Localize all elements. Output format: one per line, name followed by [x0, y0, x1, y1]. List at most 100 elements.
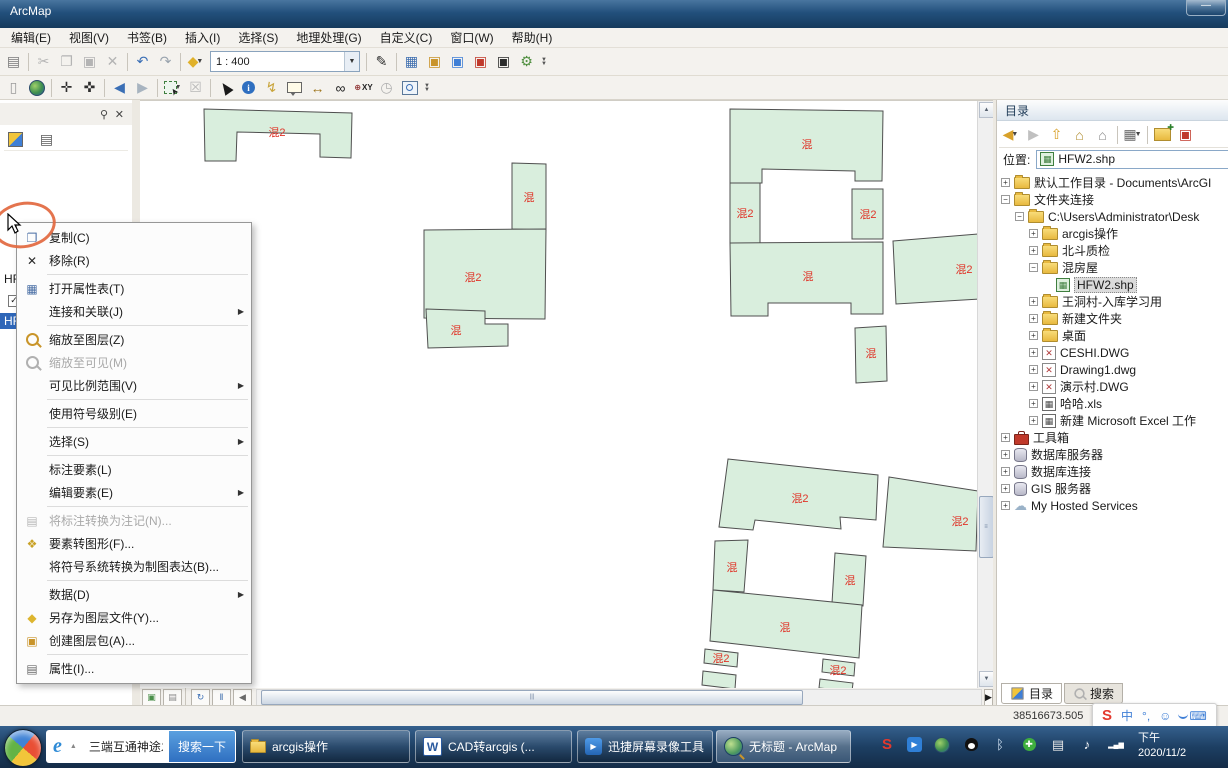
vertical-scroll-thumb[interactable]: ≡ [979, 496, 994, 558]
attribute-table-icon[interactable]: ▦ [400, 51, 423, 73]
toolbar-overflow-icon[interactable]: ▼ ▼ [538, 51, 550, 73]
catalog-tree-item-4[interactable]: + 北斗质检 [997, 242, 1228, 259]
collapse-icon[interactable]: − [1001, 195, 1010, 204]
expand-icon[interactable]: + [1001, 467, 1010, 476]
scroll-right-icon[interactable]: ▶ [984, 688, 993, 706]
expand-icon[interactable]: + [1029, 382, 1038, 391]
menu-item-1[interactable]: 视图(V) [60, 27, 118, 48]
context-menu-item-14[interactable]: 数据(D) ▶ [17, 583, 251, 606]
collapse-icon[interactable]: − [1029, 263, 1038, 272]
expand-icon[interactable]: + [1001, 484, 1010, 493]
map-canvas[interactable]: 混2混混2混混混2 混2混混2混混2混2混混混混2混2 [140, 101, 978, 688]
catalog-tree-item-2[interactable]: − C:\Users\Administrator\Desk [997, 208, 1228, 225]
building-polygon[interactable] [423, 228, 547, 320]
tray-green-plus-icon[interactable]: ✚ [1020, 738, 1038, 751]
home-icon[interactable]: ⌂ [1068, 124, 1091, 146]
catalog-tree-item-17[interactable]: + 数据库连接 [997, 463, 1228, 480]
catalog-tree-item-13[interactable]: + ▦ 哈哈.xls [997, 395, 1228, 412]
paste-icon[interactable]: ▣ [78, 51, 101, 73]
catalog-tree-item-3[interactable]: + arcgis操作 [997, 225, 1228, 242]
catalog-tree-item-6[interactable]: ▦ HFW2.shp [997, 276, 1228, 293]
ime-punctuation-icon[interactable]: °, [1142, 709, 1150, 723]
toc-options-icon[interactable]: ▤ [35, 128, 58, 150]
expand-icon[interactable]: + [1001, 433, 1010, 442]
chevron-down-icon[interactable]: ▼ [1135, 131, 1142, 138]
page-icon[interactable]: ▯ [2, 77, 25, 99]
search-window-icon[interactable]: ▣ [446, 51, 469, 73]
catalog-window-icon[interactable]: ▣ [423, 51, 446, 73]
catalog-tree-item-12[interactable]: + ✕ 演示村.DWG [997, 378, 1228, 395]
catalog-tree-item-16[interactable]: + 数据库服务器 [997, 446, 1228, 463]
map-scale-combo[interactable]: 1 : 400 ▼ [210, 51, 360, 72]
menu-item-3[interactable]: 插入(I) [176, 27, 229, 48]
menu-item-0[interactable]: 编辑(E) [2, 27, 60, 48]
expand-icon[interactable]: + [1001, 178, 1010, 187]
expand-icon[interactable]: + [1029, 331, 1038, 340]
expand-icon[interactable]: + [1001, 501, 1010, 510]
scroll-up-icon[interactable]: ▲ [979, 102, 994, 118]
redo-icon[interactable]: ↷ [154, 51, 177, 73]
expand-icon[interactable]: + [1029, 365, 1038, 374]
fixed-zoom-out-icon[interactable]: ✜ [78, 77, 101, 99]
expand-icon[interactable]: + [1029, 297, 1038, 306]
add-data-icon[interactable]: ◆ ▼ [184, 51, 207, 73]
expand-icon[interactable]: + [1029, 399, 1038, 408]
context-menu-item-16[interactable]: ▣ 创建图层包(A)... [17, 629, 251, 652]
ime-keyboard-icon[interactable]: ⌨ [1189, 709, 1206, 723]
modelbuilder-icon[interactable]: ⚙ [515, 51, 538, 73]
toolbox-partial-icon[interactable]: ▣ [1174, 124, 1197, 146]
taskbar-recorder-button[interactable]: ▶ 迅捷屏幕录像工具 [577, 730, 713, 763]
measure-icon[interactable]: ↔ [306, 77, 329, 99]
building-polygon[interactable] [818, 678, 854, 688]
tray-sogou-icon[interactable]: S [878, 736, 896, 753]
start-button[interactable] [4, 729, 42, 767]
catalog-tree-item-14[interactable]: + ▦ 新建 Microsoft Excel 工作 [997, 412, 1228, 429]
taskbar-folder-button[interactable]: arcgis操作 [242, 730, 410, 763]
forward-extent-icon[interactable]: ▶ [131, 77, 154, 99]
chevron-down-icon[interactable]: ▼ [196, 58, 203, 65]
cut-icon[interactable]: ✂ [32, 51, 55, 73]
tray-volume-icon[interactable]: ♪ [1078, 737, 1096, 752]
catalog-tree-item-9[interactable]: + 桌面 [997, 327, 1228, 344]
list-by-drawing-order-icon[interactable] [4, 128, 27, 150]
back-icon[interactable]: ◀ ▼ [999, 124, 1022, 146]
taskbar-arcmap-button[interactable]: 无标题 - ArcMap [716, 730, 851, 763]
editor-pencil-icon[interactable]: ✎ [370, 51, 393, 73]
taskbar-clock[interactable]: 下午 2020/11/2 [1138, 731, 1228, 761]
ime-emoji-icon[interactable]: ☺ [1159, 709, 1171, 723]
context-menu-item-6[interactable]: 可见比例范围(V) ▶ [17, 374, 251, 397]
map-view[interactable]: 混2 混混2 混混混2 混2 混混2 混混2 混2 混混混混2 混2 ▲ ≡ ▼ ▣ ▤ ↻ ‖ ◀ |… [140, 100, 994, 706]
tray-recorder-icon[interactable]: ▶ [907, 737, 922, 752]
catalog-tree-item-19[interactable]: + ☁ My Hosted Services [997, 497, 1228, 514]
minimize-button[interactable]: — [1186, 0, 1226, 16]
catalog-tree-item-1[interactable]: − 文件夹连接 [997, 191, 1228, 208]
close-icon[interactable]: ✕ [115, 108, 124, 121]
menu-item-4[interactable]: 选择(S) [229, 27, 287, 48]
tray-clipboard-icon[interactable]: ▤ [1049, 737, 1067, 753]
tray-bluetooth-icon[interactable]: ᛒ [991, 737, 1009, 752]
expand-icon[interactable]: + [1029, 348, 1038, 357]
expand-icon[interactable]: + [1001, 450, 1010, 459]
context-menu-item-2[interactable]: ▦ 打开属性表(T) [17, 277, 251, 300]
catalog-tree-item-0[interactable]: + 默认工作目录 - Documents\ArcGI [997, 174, 1228, 191]
search-button[interactable]: 搜索一下 [168, 731, 235, 762]
toolbar-overflow-icon[interactable]: ▼ ▼ [421, 77, 433, 99]
select-features-icon[interactable]: ▼ [161, 77, 184, 99]
pause-drawing-button[interactable]: ‖ [212, 688, 231, 706]
building-polygon[interactable] [882, 476, 978, 552]
goto-xy-icon[interactable]: XY [352, 77, 375, 99]
scroll-left-button[interactable]: ◀ [233, 688, 252, 706]
sogou-logo-icon[interactable]: S [1102, 707, 1112, 724]
chevron-down-icon[interactable]: ▼ [344, 52, 359, 71]
tab-搜索[interactable]: 搜索 [1064, 683, 1124, 704]
context-menu-item-17[interactable]: ▤ 属性(I)... [17, 657, 251, 680]
arctoolbox-icon[interactable]: ▣ [469, 51, 492, 73]
refresh-view-button[interactable]: ↻ [191, 688, 210, 706]
menu-item-7[interactable]: 窗口(W) [441, 27, 502, 48]
menu-item-5[interactable]: 地理处理(G) [287, 27, 370, 48]
view-mode-icon[interactable]: ▦ ▼ [1121, 124, 1144, 146]
fixed-zoom-in-icon[interactable]: ✛ [55, 77, 78, 99]
full-extent-globe-icon[interactable] [25, 77, 48, 99]
default-geodatabase-icon[interactable]: ⌂ [1091, 124, 1114, 146]
delete-icon[interactable]: ✕ [101, 51, 124, 73]
